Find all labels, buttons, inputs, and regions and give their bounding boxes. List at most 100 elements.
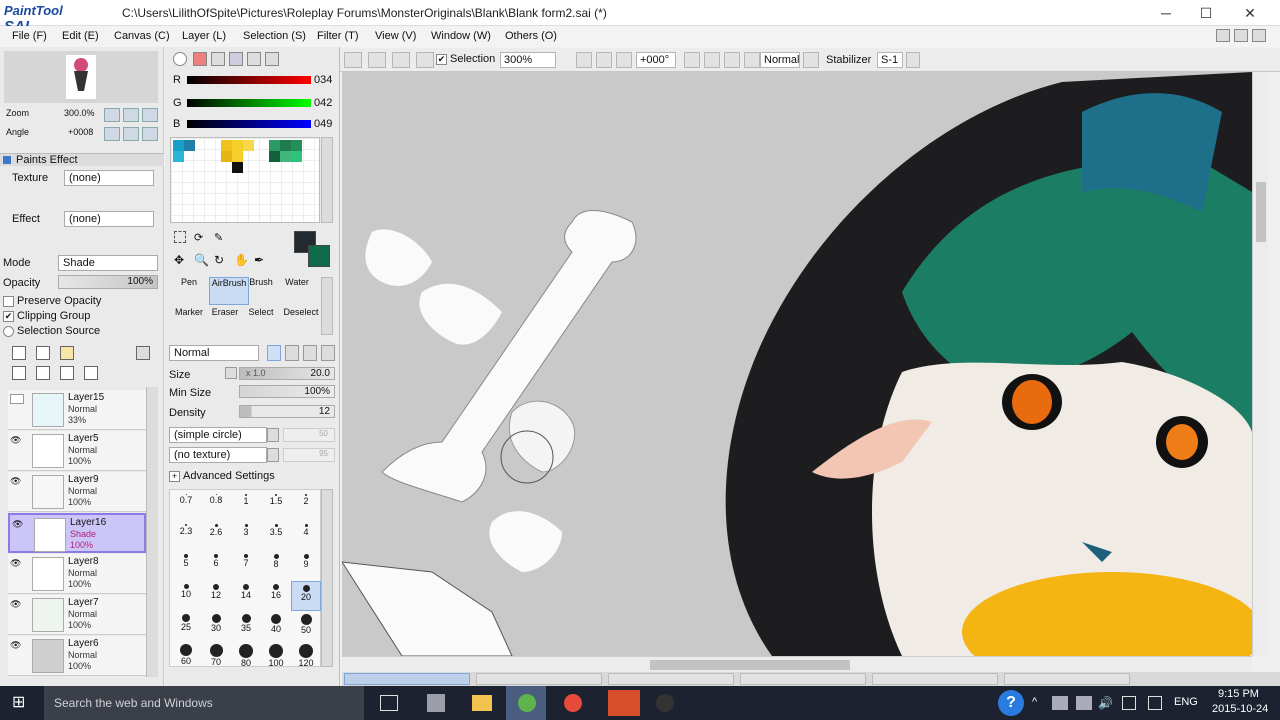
brush-size-cell[interactable]: 30 bbox=[201, 611, 231, 641]
advanced-settings-toggle[interactable]: + Advanced Settings bbox=[169, 470, 275, 482]
layer-row[interactable]: 👁 Layer7 Normal 100% bbox=[8, 595, 146, 635]
min-size-slider[interactable]: 100% bbox=[239, 385, 335, 398]
clock-date[interactable]: 2015-10-24 bbox=[1212, 703, 1268, 715]
brush-size-cell[interactable]: 100 bbox=[261, 641, 291, 671]
zoom-out-icon[interactable] bbox=[576, 52, 592, 68]
stabilizer-dropdown[interactable]: S-1 bbox=[877, 52, 903, 68]
brush-size-cell[interactable]: 1.5 bbox=[261, 491, 291, 521]
layer-mask-icon[interactable] bbox=[136, 346, 150, 360]
brush-size-cell[interactable]: 60 bbox=[171, 641, 201, 671]
layer-row[interactable]: Layer15 Normal 33% bbox=[8, 390, 146, 430]
b-slider[interactable] bbox=[187, 120, 311, 128]
notification-icon[interactable] bbox=[1122, 696, 1136, 710]
brush-size-cell[interactable]: 7 bbox=[231, 551, 261, 581]
brush-texture-dropdown[interactable]: (no texture) bbox=[169, 447, 267, 463]
brush-size-cell[interactable]: 4 bbox=[291, 521, 321, 551]
swatch[interactable] bbox=[291, 140, 302, 151]
brush-size-cell[interactable]: 6 bbox=[201, 551, 231, 581]
menu-layer[interactable]: Layer (L) bbox=[182, 30, 226, 42]
tool-marker[interactable]: Marker bbox=[169, 307, 209, 335]
swatch[interactable] bbox=[232, 140, 243, 151]
rect-select-icon[interactable] bbox=[174, 231, 186, 243]
obs-icon[interactable] bbox=[656, 694, 674, 712]
angle-field[interactable]: +000° bbox=[636, 52, 676, 68]
eye-icon[interactable]: 👁 bbox=[12, 519, 26, 529]
eye-icon[interactable] bbox=[10, 394, 24, 404]
tool-scrollbar[interactable] bbox=[321, 277, 333, 335]
brush-size-cell[interactable]: 50 bbox=[291, 611, 321, 641]
clear-icon[interactable] bbox=[416, 52, 434, 68]
clear-layer-icon[interactable] bbox=[60, 366, 74, 380]
menu-file[interactable]: File (F) bbox=[12, 30, 47, 42]
move-icon[interactable]: ✥ bbox=[174, 253, 188, 267]
blend-dropdown[interactable]: Normal bbox=[760, 52, 800, 68]
brush-size-cell[interactable]: 14 bbox=[231, 581, 261, 611]
eye-icon[interactable]: 👁 bbox=[10, 599, 24, 609]
swatch[interactable] bbox=[243, 140, 254, 151]
brush-size-cell[interactable]: 120 bbox=[291, 641, 321, 671]
density-slider[interactable]: 12 bbox=[239, 405, 335, 418]
brush-size-cell[interactable]: 0.7 bbox=[171, 491, 201, 521]
lasso-icon[interactable]: ⟳ bbox=[194, 231, 208, 244]
rotate-tool-icon[interactable]: ↻ bbox=[214, 253, 228, 267]
new-linework-icon[interactable] bbox=[36, 346, 50, 360]
brush-texture-arrow-icon[interactable] bbox=[267, 448, 279, 462]
swatch[interactable] bbox=[173, 140, 184, 151]
size-scale-icon[interactable] bbox=[225, 367, 237, 379]
eye-icon[interactable]: 👁 bbox=[10, 640, 24, 650]
brush-size-cell[interactable]: 80 bbox=[231, 641, 261, 671]
menu-filter[interactable]: Filter (T) bbox=[317, 30, 359, 42]
language-indicator[interactable]: ENG bbox=[1174, 696, 1198, 708]
swatch-scrollbar[interactable] bbox=[321, 137, 333, 223]
snagit-icon[interactable] bbox=[608, 690, 640, 716]
brush-shape-arrow-icon[interactable] bbox=[267, 428, 279, 442]
rotate-cw-icon[interactable] bbox=[123, 127, 139, 141]
rotate-ccw-icon[interactable] bbox=[104, 127, 120, 141]
tip-soft-icon[interactable] bbox=[303, 345, 317, 361]
brush-size-cell[interactable]: 3 bbox=[231, 521, 261, 551]
menu-edit[interactable]: Edit (E) bbox=[62, 30, 99, 42]
brush-size-cell[interactable]: 2.6 bbox=[201, 521, 231, 551]
vertical-scroll-thumb[interactable] bbox=[1256, 182, 1266, 242]
layer-row[interactable]: 👁 Layer6 Normal 100% bbox=[8, 636, 146, 676]
rgb-slider-icon[interactable] bbox=[193, 52, 207, 66]
mode-dropdown[interactable]: Shade bbox=[58, 255, 158, 271]
swatch[interactable] bbox=[269, 151, 280, 162]
shape-strength[interactable]: 50 bbox=[283, 428, 335, 442]
brush-size-cell[interactable]: 35 bbox=[231, 611, 261, 641]
transfer-down-icon[interactable] bbox=[12, 366, 26, 380]
brush-size-cell[interactable]: 2 bbox=[291, 491, 321, 521]
rotate-left-icon[interactable] bbox=[684, 52, 700, 68]
tool-pen[interactable]: Pen bbox=[169, 277, 209, 305]
swatch[interactable] bbox=[291, 151, 302, 162]
brush-shape-dropdown[interactable]: (simple circle) bbox=[169, 427, 267, 443]
mixer-icon[interactable] bbox=[229, 52, 243, 66]
new-folder-icon[interactable] bbox=[60, 346, 74, 360]
selection-toggle[interactable]: ✔ Selection bbox=[436, 53, 495, 65]
brush-blend-dropdown[interactable]: Normal bbox=[169, 345, 259, 361]
paints-effect-header[interactable]: Paints Effect bbox=[0, 153, 164, 166]
g-slider[interactable] bbox=[187, 99, 311, 107]
zoom-fit-icon[interactable] bbox=[142, 108, 158, 122]
tip-softest-icon[interactable] bbox=[321, 345, 335, 361]
layer-scrollbar[interactable] bbox=[146, 387, 158, 677]
zoom-tool-icon[interactable]: 🔍 bbox=[194, 253, 209, 267]
document-tab[interactable] bbox=[476, 673, 602, 685]
swatches-icon[interactable] bbox=[247, 52, 261, 66]
brush-size-cell[interactable]: 5 bbox=[171, 551, 201, 581]
windows-start-icon[interactable]: ⊞ bbox=[12, 694, 30, 712]
task-view-icon[interactable] bbox=[380, 695, 398, 711]
close-button[interactable]: ✕ bbox=[1228, 0, 1272, 26]
tray-app-icon[interactable] bbox=[1052, 696, 1068, 710]
swatch[interactable] bbox=[221, 151, 232, 162]
swatch[interactable] bbox=[269, 140, 280, 151]
secondary-color-swatch[interactable] bbox=[308, 245, 330, 267]
zoom-field[interactable]: 300% bbox=[500, 52, 556, 68]
horizontal-scroll-thumb[interactable] bbox=[650, 660, 850, 670]
brush-size-cell[interactable]: 20 bbox=[291, 581, 321, 611]
swatch[interactable] bbox=[280, 151, 291, 162]
drawing-canvas[interactable] bbox=[342, 72, 1252, 656]
document-tab[interactable] bbox=[1004, 673, 1130, 685]
tool-deselect[interactable]: Deselect bbox=[281, 307, 321, 335]
menu-others[interactable]: Others (O) bbox=[505, 30, 557, 42]
